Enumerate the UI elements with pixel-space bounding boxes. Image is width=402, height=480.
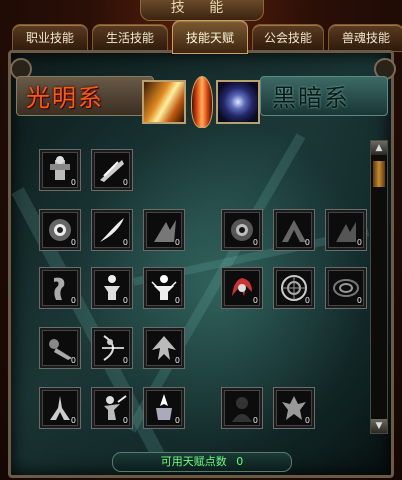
dark-skill-slot[interactable]: 0 bbox=[221, 267, 263, 309]
skill-level-count: 0 bbox=[70, 296, 76, 305]
tab-beast-skills[interactable]: 兽魂技能 bbox=[328, 24, 402, 52]
light-skill-slot[interactable]: 0 bbox=[91, 149, 133, 191]
dark-skill-slot[interactable]: 0 bbox=[221, 209, 263, 251]
talent-header: 光明系 黑暗系 bbox=[10, 62, 388, 128]
dark-school-icon[interactable] bbox=[216, 80, 260, 124]
tab-talents[interactable]: 技能天赋 bbox=[172, 20, 248, 54]
skill-level-count: 0 bbox=[70, 416, 76, 425]
light-skill-slot[interactable]: 0 bbox=[143, 209, 185, 251]
gem-ornament-icon bbox=[191, 76, 213, 128]
skill-level-count: 0 bbox=[122, 356, 128, 365]
light-skill-slot[interactable]: 0 bbox=[91, 209, 133, 251]
light-skill-slot[interactable]: 0 bbox=[143, 267, 185, 309]
skill-level-count: 0 bbox=[356, 296, 362, 305]
skill-level-count: 0 bbox=[70, 178, 76, 187]
light-school-label: 光明系 bbox=[26, 84, 104, 112]
skill-level-count: 0 bbox=[252, 238, 258, 247]
scroll-up-button[interactable]: ▲ bbox=[371, 141, 387, 155]
skill-level-count: 0 bbox=[122, 178, 128, 187]
dark-skill-slot[interactable]: 0 bbox=[221, 387, 263, 429]
dark-skill-slot[interactable]: 0 bbox=[273, 209, 315, 251]
skill-level-count: 0 bbox=[304, 296, 310, 305]
dark-school-label: 黑暗系 bbox=[272, 84, 350, 112]
skill-level-count: 0 bbox=[304, 416, 310, 425]
skill-level-count: 0 bbox=[174, 356, 180, 365]
tab-life-skills[interactable]: 生活技能 bbox=[92, 24, 168, 52]
light-skill-slot[interactable]: 0 bbox=[143, 387, 185, 429]
skill-level-count: 0 bbox=[122, 416, 128, 425]
skill-level-count: 0 bbox=[252, 416, 258, 425]
dark-skill-slot[interactable]: 0 bbox=[273, 387, 315, 429]
light-school-icon[interactable] bbox=[142, 80, 186, 124]
dark-skill-slot[interactable]: 0 bbox=[273, 267, 315, 309]
scroll-down-button[interactable]: ▼ bbox=[371, 419, 387, 433]
skill-level-count: 0 bbox=[174, 238, 180, 247]
light-skill-slot[interactable]: 0 bbox=[91, 387, 133, 429]
light-skill-slot[interactable]: 0 bbox=[39, 209, 81, 251]
talent-points-display: 可用天赋点数 0 bbox=[112, 452, 292, 472]
skill-level-count: 0 bbox=[356, 238, 362, 247]
talent-points-label: 可用天赋点数 bbox=[160, 455, 227, 468]
skill-level-count: 0 bbox=[304, 238, 310, 247]
skill-level-count: 0 bbox=[252, 296, 258, 305]
light-skill-slot[interactable]: 0 bbox=[39, 387, 81, 429]
light-skill-slot[interactable]: 0 bbox=[91, 327, 133, 369]
scroll-thumb[interactable] bbox=[373, 161, 385, 187]
skill-level-count: 0 bbox=[70, 356, 76, 365]
light-skill-slot[interactable]: 0 bbox=[39, 149, 81, 191]
skills-window: 技 能 职业技能 生活技能 技能天赋 公会技能 兽魂技能 光明系 黑暗系 0 0 0… bbox=[0, 0, 402, 480]
tab-class-skills[interactable]: 职业技能 bbox=[12, 24, 88, 52]
skill-level-count: 0 bbox=[122, 296, 128, 305]
dark-skill-slot[interactable]: 0 bbox=[325, 209, 367, 251]
dark-skill-slot[interactable]: 0 bbox=[325, 267, 367, 309]
tab-guild-skills[interactable]: 公会技能 bbox=[252, 24, 324, 52]
skill-level-count: 0 bbox=[174, 296, 180, 305]
light-skill-slot[interactable]: 0 bbox=[39, 327, 81, 369]
skill-level-count: 0 bbox=[70, 238, 76, 247]
talent-points-value: 0 bbox=[236, 455, 244, 468]
light-skill-slot[interactable]: 0 bbox=[91, 267, 133, 309]
skill-level-count: 0 bbox=[174, 416, 180, 425]
scrollbar[interactable]: ▲ ▼ bbox=[370, 140, 388, 434]
skill-level-count: 0 bbox=[122, 238, 128, 247]
light-skill-slot[interactable]: 0 bbox=[143, 327, 185, 369]
light-skill-slot[interactable]: 0 bbox=[39, 267, 81, 309]
window-title: 技 能 bbox=[140, 0, 264, 21]
